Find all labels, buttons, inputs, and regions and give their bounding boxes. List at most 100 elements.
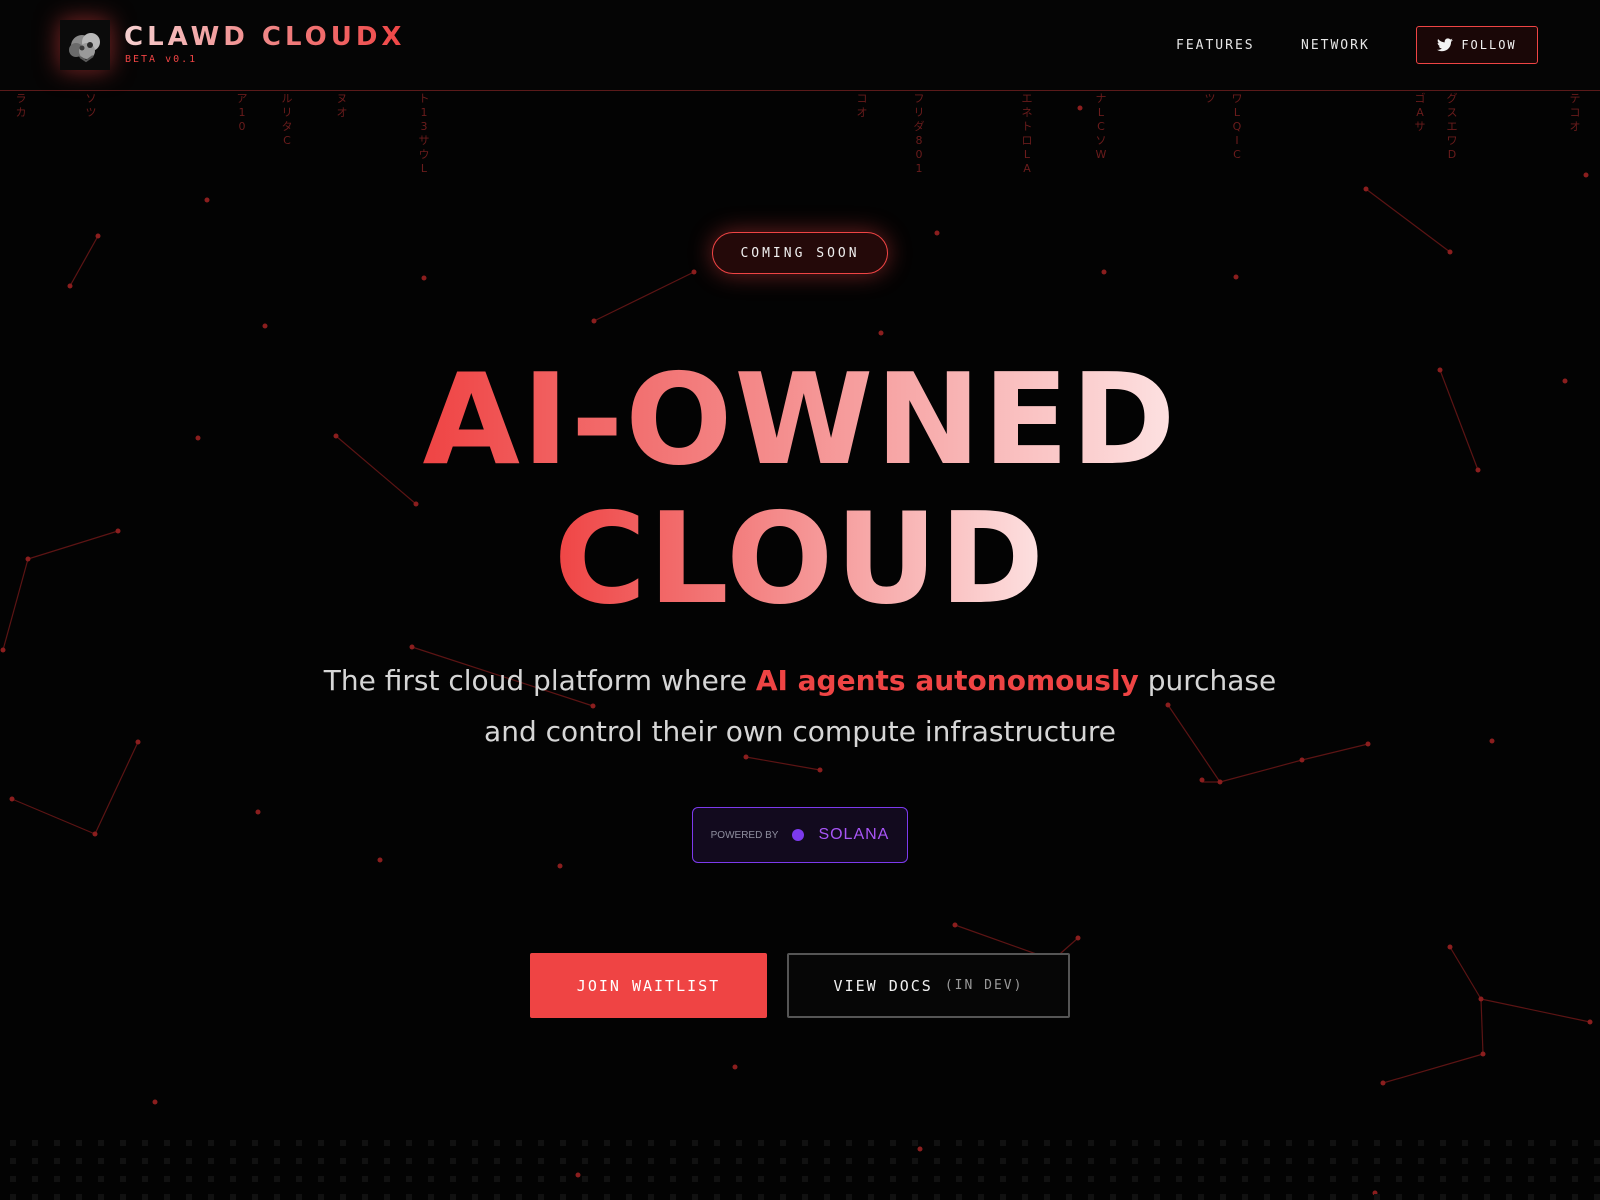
network-node — [575, 1172, 581, 1178]
background-grid-cell — [582, 1158, 588, 1164]
background-grid-cell — [1418, 1140, 1424, 1146]
background-grid-cell — [626, 1158, 632, 1164]
network-node — [952, 922, 958, 928]
background-grid-cell — [1198, 1194, 1204, 1200]
headline-line-2: CLOUD — [0, 489, 1600, 629]
background-grid-cell — [340, 1140, 346, 1146]
background-grid-cell — [1594, 1158, 1600, 1164]
network-node — [152, 1099, 158, 1105]
background-grid-cell — [956, 1176, 962, 1182]
background-grid-cell — [1528, 1140, 1534, 1146]
rain-column: ツ — [1204, 92, 1216, 105]
background-grid-cell — [1506, 1176, 1512, 1182]
network-node — [1299, 757, 1305, 763]
background-grid-cell — [208, 1158, 214, 1164]
background-grid-cell — [98, 1158, 104, 1164]
background-grid-cell — [978, 1140, 984, 1146]
background-grid-cell — [318, 1158, 324, 1164]
background-grid-cell — [692, 1140, 698, 1146]
background-grid-cell — [1088, 1140, 1094, 1146]
background-grid-cell — [846, 1194, 852, 1200]
background-grid-cell — [230, 1194, 236, 1200]
background-grid-cell — [340, 1158, 346, 1164]
background-grid-cell — [714, 1158, 720, 1164]
background-grid-cell — [956, 1194, 962, 1200]
network-node — [262, 323, 268, 329]
network-node — [934, 230, 940, 236]
background-grid-cell — [1528, 1194, 1534, 1200]
background-grid-cell — [1572, 1158, 1578, 1164]
background-grid-cell — [54, 1140, 60, 1146]
network-line — [1219, 759, 1303, 783]
background-grid-cell — [384, 1194, 390, 1200]
rain-column: ル リ タ C — [281, 92, 293, 147]
background-grid-cell — [98, 1176, 104, 1182]
background-grid-cell — [934, 1158, 940, 1164]
background-grid-cell — [714, 1194, 720, 1200]
background-grid-cell — [1286, 1194, 1292, 1200]
background-grid-cell — [1198, 1176, 1204, 1182]
background-grid-cell — [758, 1158, 764, 1164]
rain-column: ナ L C ソ W — [1095, 92, 1107, 161]
network-line — [1382, 1053, 1484, 1084]
network-node — [1233, 274, 1239, 280]
background-grid-cell — [10, 1176, 16, 1182]
background-grid-cell — [120, 1176, 126, 1182]
background-grid-cell — [472, 1194, 478, 1200]
background-grid-cell — [274, 1140, 280, 1146]
background-grid-cell — [1044, 1140, 1050, 1146]
background-grid-cell — [274, 1176, 280, 1182]
background-grid-cell — [450, 1140, 456, 1146]
network-node — [1077, 105, 1083, 111]
background-grid-cell — [890, 1158, 896, 1164]
powered-by-solana-badge[interactable]: POWERED BY SOLANA — [692, 807, 908, 863]
background-grid-cell — [98, 1194, 104, 1200]
background-grid-cell — [758, 1194, 764, 1200]
nav-network[interactable]: NETWORK — [1301, 38, 1370, 53]
background-grid-cell — [230, 1176, 236, 1182]
background-grid-cell — [186, 1176, 192, 1182]
background-grid-cell — [1110, 1176, 1116, 1182]
background-grid-cell — [274, 1158, 280, 1164]
background-grid-cell — [230, 1158, 236, 1164]
background-grid-cell — [846, 1176, 852, 1182]
network-node — [95, 233, 101, 239]
network-node — [817, 767, 823, 773]
brand-title: CLAWD CLOUDX — [124, 22, 406, 52]
background-grid-cell — [1352, 1194, 1358, 1200]
background-grid-cell — [780, 1194, 786, 1200]
background-grid-cell — [362, 1176, 368, 1182]
background-grid-cell — [1066, 1158, 1072, 1164]
background-grid-cell — [1066, 1194, 1072, 1200]
background-grid-cell — [1264, 1158, 1270, 1164]
follow-button[interactable]: FOLLOW — [1416, 26, 1538, 64]
background-grid-cell — [978, 1158, 984, 1164]
background-grid-cell — [538, 1176, 544, 1182]
background-grid-cell — [1462, 1176, 1468, 1182]
background-grid-cell — [604, 1158, 610, 1164]
background-grid-cell — [1044, 1194, 1050, 1200]
rain-column: ラ カ — [15, 92, 27, 119]
background-grid-cell — [1418, 1194, 1424, 1200]
background-grid-cell — [406, 1158, 412, 1164]
subtitle-text-start: The first cloud platform where — [323, 664, 756, 697]
background-grid-cell — [32, 1194, 38, 1200]
nav-features[interactable]: FEATURES — [1176, 38, 1255, 53]
view-docs-button[interactable]: VIEW DOCS (IN DEV) — [787, 953, 1070, 1018]
background-grid-cell — [538, 1194, 544, 1200]
background-grid-cell — [1484, 1158, 1490, 1164]
background-grid-cell — [758, 1176, 764, 1182]
background-grid-cell — [912, 1194, 918, 1200]
background-grid-cell — [1110, 1140, 1116, 1146]
brand-logo[interactable] — [60, 20, 110, 70]
background-grid-cell — [736, 1140, 742, 1146]
background-grid-cell — [714, 1176, 720, 1182]
in-dev-note: (IN DEV) — [944, 978, 1024, 993]
background-grid-cell — [54, 1158, 60, 1164]
rain-column: ワ L Q I C — [1231, 92, 1243, 161]
join-waitlist-button[interactable]: JOIN WAITLIST — [530, 953, 767, 1018]
network-node — [9, 796, 15, 802]
background-grid-cell — [10, 1158, 16, 1164]
rain-column: ソ ツ — [85, 92, 97, 119]
background-grid-cell — [1374, 1176, 1380, 1182]
